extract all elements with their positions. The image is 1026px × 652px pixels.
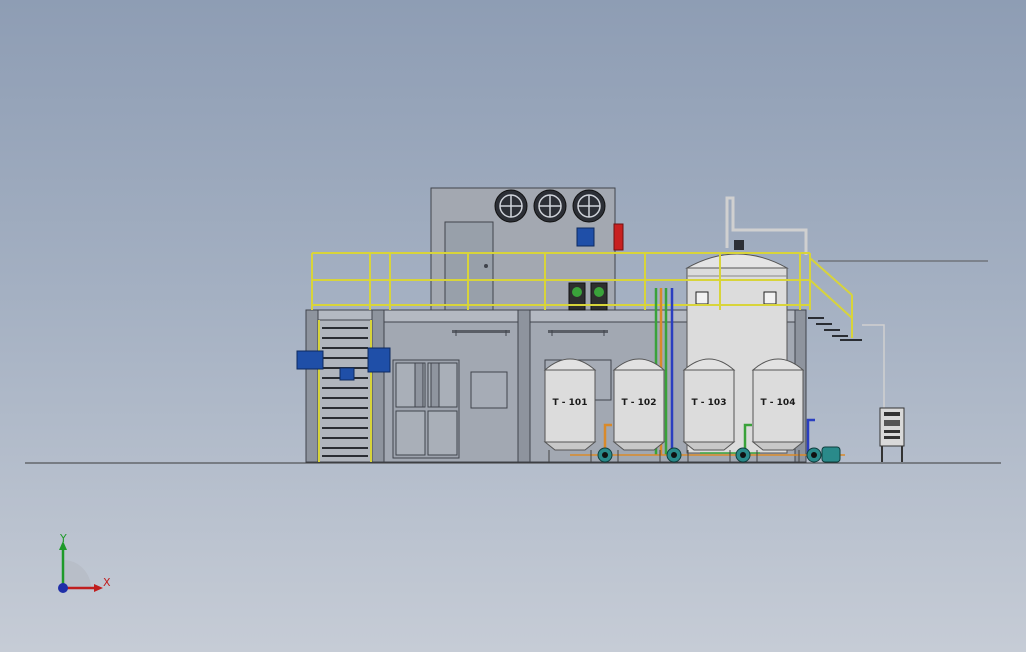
tank-label: T - 104 xyxy=(761,398,796,408)
condenser-fan xyxy=(533,189,567,223)
tank-label: T - 103 xyxy=(692,398,727,408)
cad-viewport[interactable]: T - 101 T - 102 T - 103 T - 104 Y X xyxy=(0,0,1026,652)
tank-label: T - 101 xyxy=(553,398,588,408)
plant-elevation-drawing: T - 101 T - 102 T - 103 T - 104 Y X xyxy=(25,187,1001,593)
electrical-box xyxy=(296,350,324,370)
control-panel xyxy=(879,407,905,462)
pump xyxy=(666,447,682,463)
tank-label: T - 102 xyxy=(622,398,657,408)
storage-tank: T - 101 xyxy=(543,358,597,462)
pump xyxy=(597,447,613,463)
y-axis-label: Y xyxy=(59,532,67,545)
pump xyxy=(735,447,751,463)
electrical-box xyxy=(367,347,391,373)
storage-tank: T - 103 xyxy=(682,358,736,462)
pump-motor xyxy=(821,446,841,463)
pump xyxy=(806,447,822,463)
staircase xyxy=(318,319,372,463)
double-door xyxy=(392,359,460,459)
cable-line xyxy=(862,324,885,410)
storage-tank: T - 104 xyxy=(751,358,805,462)
x-axis-label: X xyxy=(103,576,111,589)
wall-window xyxy=(470,371,508,409)
condenser-fan xyxy=(494,189,528,223)
axis-triad: Y X xyxy=(58,532,111,593)
electrical-box xyxy=(339,367,355,381)
condenser-fan xyxy=(572,189,606,223)
exterior-stair xyxy=(808,317,862,341)
storage-tank: T - 102 xyxy=(612,358,666,462)
